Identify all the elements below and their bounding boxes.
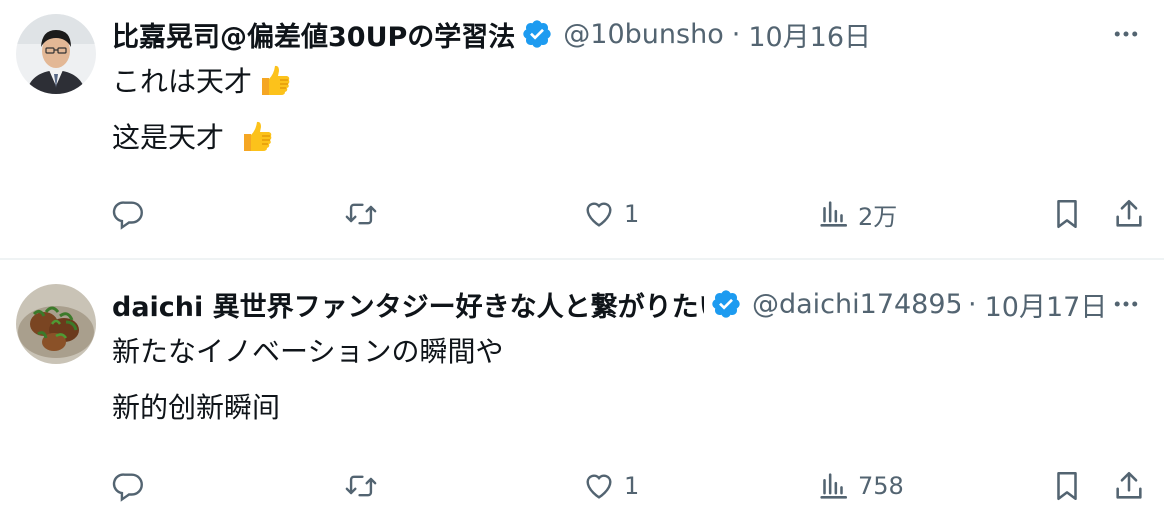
more-icon[interactable] [1110, 18, 1142, 50]
thumbs-up-emoji [262, 65, 290, 95]
tweet-header: daichi 異世界ファンタジー好きな人と繋がりたい @daichi174895… [112, 284, 1112, 324]
bookmark-button[interactable] [1050, 194, 1084, 234]
tweet[interactable]: daichi 異世界ファンタジー好きな人と繋がりたい @daichi174895… [0, 260, 1164, 528]
share-icon [1116, 199, 1142, 227]
tweet-text: これは天才 [112, 65, 253, 98]
action-bar: 1 2万 [0, 194, 1164, 234]
like-icon [586, 474, 612, 499]
view-count: 2万 [858, 202, 898, 231]
like-button[interactable]: 1 [582, 466, 639, 506]
tweet-header: 比嘉晃司@偏差値30UPの学習法 @10bunsho · 10月16日 [112, 14, 1112, 54]
retweet-button[interactable] [344, 466, 378, 506]
display-name[interactable]: daichi 異世界ファンタジー好きな人と繋がりたい [112, 285, 704, 324]
reply-icon [112, 473, 143, 502]
separator-dot: · [968, 288, 977, 320]
verified-badge-icon[interactable] [710, 288, 742, 320]
reply-icon [112, 201, 143, 230]
tweet[interactable]: 比嘉晃司@偏差値30UPの学習法 @10bunsho · 10月16日 これは天… [0, 0, 1164, 258]
share-button[interactable] [1112, 466, 1146, 506]
more-icon[interactable] [1110, 288, 1142, 320]
avatar[interactable] [16, 14, 96, 94]
reply-button[interactable] [112, 194, 146, 234]
retweet-icon [345, 203, 377, 225]
share-button[interactable] [1112, 194, 1146, 234]
views-button[interactable]: 2万 [816, 194, 897, 234]
like-count: 1 [624, 200, 640, 228]
display-name[interactable]: 比嘉晃司@偏差値30UPの学習法 [112, 15, 515, 54]
retweet-button[interactable] [344, 194, 378, 234]
like-icon [586, 202, 612, 227]
tweet-text-line: 新的创新瞬间 [112, 386, 280, 426]
views-icon [820, 473, 848, 499]
share-icon [1116, 471, 1142, 499]
tweet-text: 新たなイノベーションの瞬間や [112, 335, 504, 368]
tweet-text-line: 这是天才 [112, 116, 274, 156]
views-button[interactable]: 758 [816, 466, 904, 506]
views-icon [820, 201, 848, 227]
retweet-icon [345, 475, 377, 497]
handle[interactable]: @10bunsho [563, 19, 723, 50]
tweet-text-line: これは天才 [112, 60, 292, 100]
separator-dot: · [731, 18, 741, 50]
bookmark-icon [1057, 199, 1077, 229]
reply-button[interactable] [112, 466, 146, 506]
verified-badge-icon[interactable] [521, 18, 553, 50]
thumbs-up-emoji [244, 121, 272, 151]
handle[interactable]: @daichi174895 [752, 289, 960, 320]
like-count: 1 [624, 472, 640, 500]
action-bar: 1 758 [0, 466, 1164, 506]
timestamp[interactable]: 10月16日 [748, 15, 871, 54]
view-count: 758 [858, 472, 904, 500]
bookmark-button[interactable] [1050, 466, 1084, 506]
tweet-text: 这是天才 [112, 121, 225, 154]
like-button[interactable]: 1 [582, 194, 639, 234]
bookmark-icon [1057, 471, 1077, 501]
avatar[interactable] [16, 284, 96, 364]
tweet-text: 新的创新瞬间 [112, 391, 281, 424]
tweet-text-line: 新たなイノベーションの瞬間や [112, 330, 503, 370]
timestamp[interactable]: 10月17日 [985, 285, 1108, 324]
